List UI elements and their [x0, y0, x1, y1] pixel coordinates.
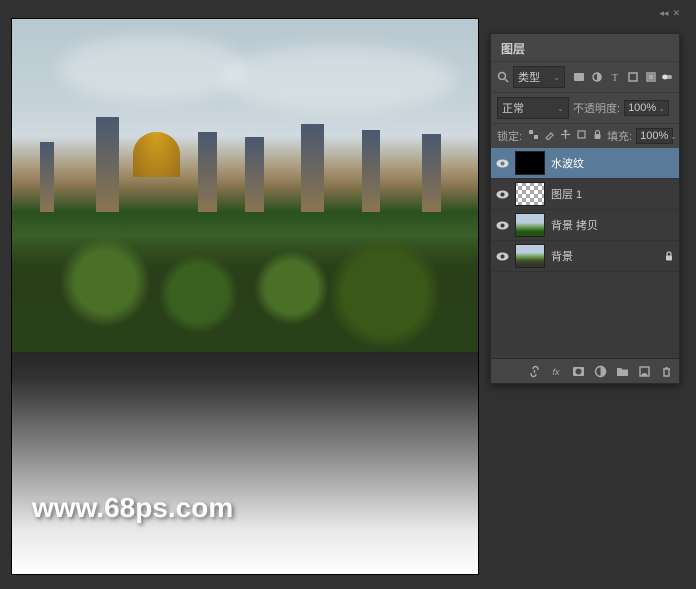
lock-fill-row: 锁定: 填充: 100% ⌄ — [491, 123, 679, 148]
document-canvas[interactable]: www.68ps.com — [12, 19, 478, 574]
canvas-image-content — [12, 19, 478, 352]
svg-text:T: T — [612, 72, 619, 83]
chevron-down-icon: ⌄ — [670, 132, 677, 141]
layer-name[interactable]: 水波纹 — [551, 155, 675, 171]
fill-label: 填充: — [607, 128, 632, 144]
visibility-icon[interactable] — [495, 249, 509, 263]
lock-position-icon[interactable] — [560, 129, 571, 143]
layer-row[interactable]: 背景 — [491, 241, 679, 272]
layer-thumbnail[interactable] — [515, 182, 545, 206]
lock-paint-icon[interactable] — [544, 129, 555, 143]
lock-label: 锁定: — [497, 128, 522, 144]
mask-icon[interactable] — [571, 364, 585, 378]
chevron-down-icon: ⌄ — [658, 104, 665, 113]
layer-name[interactable]: 背景 拷贝 — [551, 217, 675, 233]
visibility-icon[interactable] — [495, 156, 509, 170]
layer-row[interactable]: 背景 拷贝 — [491, 210, 679, 241]
opacity-input[interactable]: 100% ⌄ — [624, 100, 669, 116]
panel-tab-bar: 图层 — [491, 34, 679, 61]
fill-input[interactable]: 100% ⌄ — [636, 128, 673, 144]
delete-layer-icon[interactable] — [659, 364, 673, 378]
fill-value: 100% — [640, 130, 668, 142]
layer-filter-row: 类型 ⌄ T — [491, 61, 679, 92]
opacity-label: 不透明度: — [573, 100, 620, 116]
svg-text:fx: fx — [552, 367, 560, 377]
layers-list: 水波纹 图层 1 背景 拷贝 背景 — [491, 148, 679, 358]
filter-shape-icon[interactable] — [627, 71, 639, 83]
layer-thumbnail[interactable] — [515, 213, 545, 237]
fx-icon[interactable]: fx — [549, 364, 563, 378]
filter-toggle-icon[interactable] — [661, 71, 673, 83]
lock-all-icon[interactable] — [592, 129, 603, 143]
adjustment-layer-icon[interactable] — [593, 364, 607, 378]
layer-thumbnail[interactable] — [515, 151, 545, 175]
filter-adjustment-icon[interactable] — [591, 71, 603, 83]
collapse-icon[interactable]: ◂◂ — [659, 8, 668, 19]
link-layers-icon[interactable] — [527, 364, 541, 378]
panel-footer: fx — [491, 358, 679, 383]
layer-row[interactable]: 图层 1 — [491, 179, 679, 210]
blend-opacity-row: 正常 ⌄ 不透明度: 100% ⌄ — [491, 92, 679, 123]
layer-row[interactable]: 水波纹 — [491, 148, 679, 179]
opacity-value: 100% — [628, 102, 656, 114]
filter-kind-label: 类型 — [518, 69, 540, 85]
new-layer-icon[interactable] — [637, 364, 651, 378]
watermark-text: www.68ps.com — [32, 492, 233, 524]
visibility-icon[interactable] — [495, 187, 509, 201]
lock-artboard-icon[interactable] — [576, 129, 587, 143]
panel-title[interactable]: 图层 — [501, 40, 525, 57]
layer-name[interactable]: 背景 — [551, 248, 657, 264]
blend-mode-value: 正常 — [502, 100, 524, 116]
lock-transparency-icon[interactable] — [528, 129, 539, 143]
chevron-down-icon: ⌄ — [553, 73, 560, 82]
filter-kind-dropdown[interactable]: 类型 ⌄ — [513, 66, 565, 88]
layer-thumbnail[interactable] — [515, 244, 545, 268]
chevron-down-icon: ⌄ — [557, 104, 564, 113]
layers-panel: 图层 类型 ⌄ T 正常 ⌄ 不透明度: 100% — [490, 33, 680, 384]
blend-mode-dropdown[interactable]: 正常 ⌄ — [497, 97, 569, 119]
search-icon[interactable] — [497, 71, 509, 83]
filter-smart-icon[interactable] — [645, 71, 657, 83]
filter-text-icon[interactable]: T — [609, 71, 621, 83]
lock-icon — [663, 250, 675, 262]
visibility-icon[interactable] — [495, 218, 509, 232]
layer-name[interactable]: 图层 1 — [551, 186, 675, 202]
new-group-icon[interactable] — [615, 364, 629, 378]
panel-collapse-controls[interactable]: ◂◂ ✕ — [659, 8, 680, 19]
close-icon[interactable]: ✕ — [672, 8, 680, 19]
filter-pixel-icon[interactable] — [573, 71, 585, 83]
